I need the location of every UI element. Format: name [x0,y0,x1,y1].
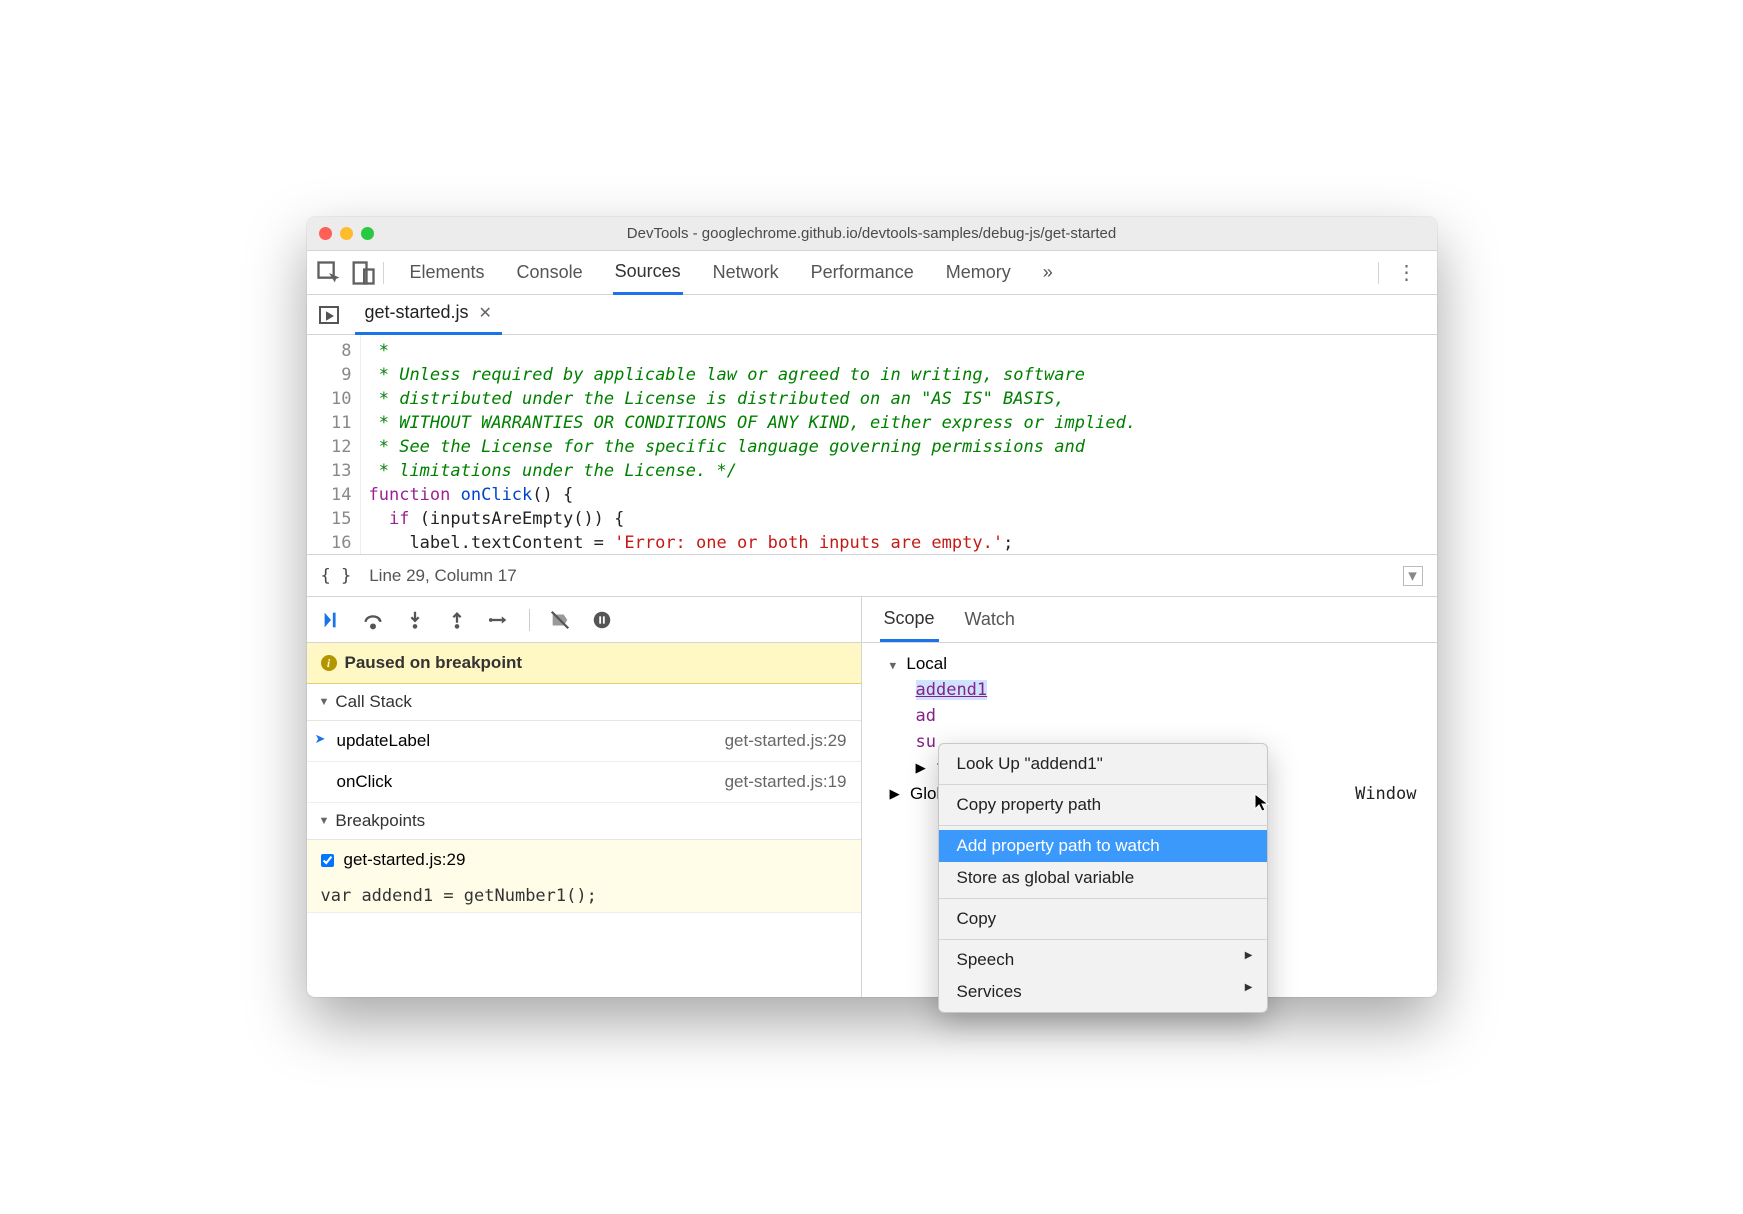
tabs-overflow[interactable]: » [1041,252,1055,293]
file-tab[interactable]: get-started.js ✕ [355,294,502,335]
inspect-element-icon[interactable] [315,259,343,287]
divider [1378,262,1379,284]
main-tabs: Elements Console Sources Network Perform… [408,251,1372,295]
file-tab-label: get-started.js [365,302,469,323]
close-window-icon[interactable] [319,227,332,240]
tab-scope[interactable]: Scope [880,598,939,642]
paused-banner: i Paused on breakpoint [307,643,861,684]
callstack-header[interactable]: ▼ Call Stack [307,684,861,721]
context-menu-item[interactable]: Copy property path [939,789,1267,821]
breakpoint-item[interactable]: get-started.js:29 [307,840,861,880]
cursor-position: Line 29, Column 17 [369,566,516,586]
debugger-toolbar [307,597,861,643]
tab-memory[interactable]: Memory [944,252,1013,293]
context-menu-separator [939,898,1267,899]
divider [383,262,384,284]
step-out-icon[interactable] [445,608,469,632]
debugger-right-pane: Scope Watch ▼ Local addend1 ad su ▶ [862,597,1437,997]
pretty-print-icon[interactable]: { } [321,566,352,586]
minimize-window-icon[interactable] [340,227,353,240]
tab-watch[interactable]: Watch [961,599,1019,640]
tab-console[interactable]: Console [515,252,585,293]
code-lines: * * Unless required by applicable law or… [361,335,1137,554]
paused-text: Paused on breakpoint [345,653,523,673]
settings-menu-icon[interactable]: ⋮ [1385,260,1429,285]
tab-elements[interactable]: Elements [408,252,487,293]
editor-status-bar: { } Line 29, Column 17 ▾ [307,555,1437,597]
maximize-window-icon[interactable] [361,227,374,240]
tab-sources[interactable]: Sources [613,251,683,295]
debugger-left-pane: i Paused on breakpoint ▼ Call Stack upda… [307,597,862,997]
code-editor[interactable]: 8910111213141516 * * Unless required by … [307,335,1437,555]
divider [529,609,530,631]
context-menu-item[interactable]: Copy [939,903,1267,935]
scope-variable[interactable]: ad [868,703,1431,729]
breakpoints-header[interactable]: ▼ Breakpoints [307,803,861,840]
line-gutter: 8910111213141516 [307,335,361,554]
context-menu-separator [939,939,1267,940]
device-toolbar-icon[interactable] [349,259,377,287]
callstack-frame[interactable]: updateLabel get-started.js:29 [307,721,861,762]
file-tab-row: get-started.js ✕ [307,295,1437,335]
context-menu-item[interactable]: Speech [939,944,1267,976]
context-menu-item[interactable]: Look Up "addend1" [939,748,1267,780]
scope-variable[interactable]: addend1 [868,677,1431,703]
window-title: DevTools - googlechrome.github.io/devtoo… [307,225,1437,242]
dropdown-icon[interactable]: ▾ [1403,566,1423,586]
disclosure-triangle-icon: ▼ [890,659,897,672]
main-toolbar: Elements Console Sources Network Perform… [307,251,1437,295]
context-menu-item[interactable]: Add property path to watch [939,830,1267,862]
context-menu-separator [939,825,1267,826]
right-tabs: Scope Watch [862,597,1437,643]
tab-network[interactable]: Network [711,252,781,293]
traffic-lights [319,227,374,240]
breakpoint-checkbox[interactable] [321,854,334,867]
devtools-window: DevTools - googlechrome.github.io/devtoo… [307,217,1437,997]
info-icon: i [321,655,337,671]
step-over-icon[interactable] [361,608,385,632]
cursor-icon [1254,793,1270,817]
disclosure-triangle-icon: ▼ [319,696,330,708]
debugger-split: i Paused on breakpoint ▼ Call Stack upda… [307,597,1437,997]
context-menu: Look Up "addend1" Copy property path Add p… [938,743,1268,1013]
scope-local-header[interactable]: ▼ Local [868,651,1431,677]
scope-panel: ▼ Local addend1 ad su ▶ th ▶ Glob Window [862,643,1437,815]
titlebar: DevTools - googlechrome.github.io/devtoo… [307,217,1437,251]
context-menu-item[interactable]: Services [939,976,1267,1008]
callstack-frame[interactable]: onClick get-started.js:19 [307,762,861,803]
close-tab-icon[interactable]: ✕ [479,303,492,323]
deactivate-breakpoints-icon[interactable] [548,608,572,632]
pause-on-exceptions-icon[interactable] [590,608,614,632]
resume-icon[interactable] [319,608,343,632]
tab-performance[interactable]: Performance [809,252,916,293]
step-icon[interactable] [487,608,511,632]
step-into-icon[interactable] [403,608,427,632]
context-menu-item[interactable]: Store as global variable [939,862,1267,894]
disclosure-triangle-icon: ▼ [319,815,330,827]
breakpoint-code: var addend1 = getNumber1(); [307,880,861,913]
context-menu-separator [939,784,1267,785]
navigator-toggle-icon[interactable] [317,303,341,327]
